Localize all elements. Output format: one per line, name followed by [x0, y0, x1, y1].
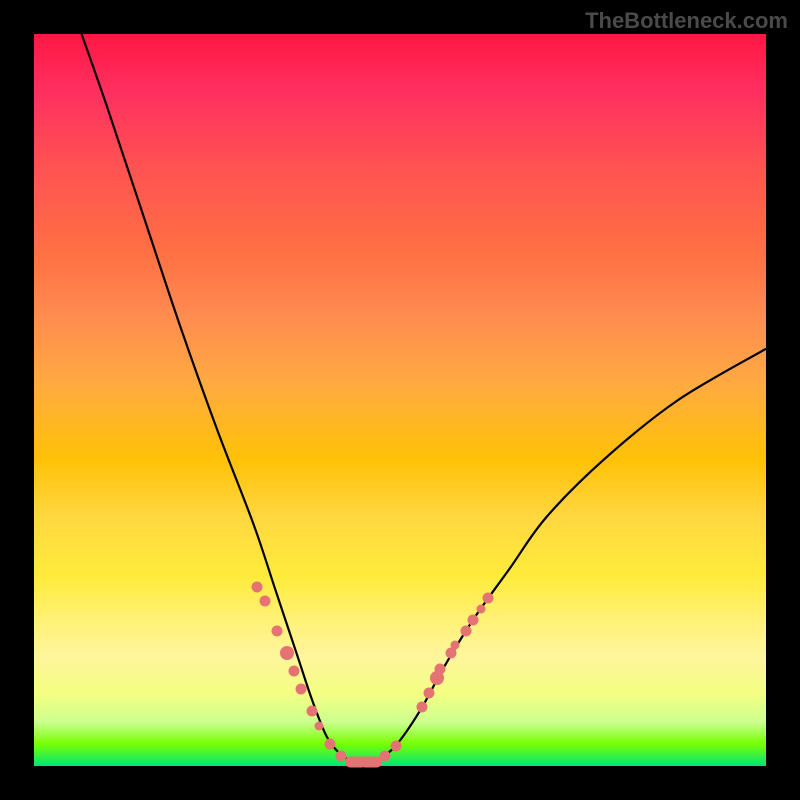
scatter-dot [259, 596, 270, 607]
scatter-dot [272, 625, 283, 636]
scatter-dot [288, 665, 299, 676]
scatter-dot [307, 706, 318, 717]
scatter-dot [280, 646, 294, 660]
scatter-dot [450, 641, 459, 650]
scatter-dot [468, 614, 479, 625]
scatter-dot [482, 592, 493, 603]
curve-svg [34, 34, 766, 766]
scatter-dot [325, 739, 336, 750]
scatter-dot [391, 740, 402, 751]
chart-container: TheBottleneck.com [0, 0, 800, 800]
bottleneck-curve [82, 34, 766, 763]
scatter-dot [460, 625, 471, 636]
scatter-dot [315, 721, 324, 730]
watermark-text: TheBottleneck.com [585, 8, 788, 34]
plot-area [34, 34, 766, 766]
scatter-dot [252, 581, 263, 592]
scatter-dot [476, 604, 485, 613]
scatter-dot [296, 684, 307, 695]
scatter-dot [360, 756, 382, 767]
scatter-dot [424, 687, 435, 698]
scatter-dot [380, 751, 391, 762]
scatter-dot [435, 664, 446, 675]
scatter-dot [416, 702, 427, 713]
